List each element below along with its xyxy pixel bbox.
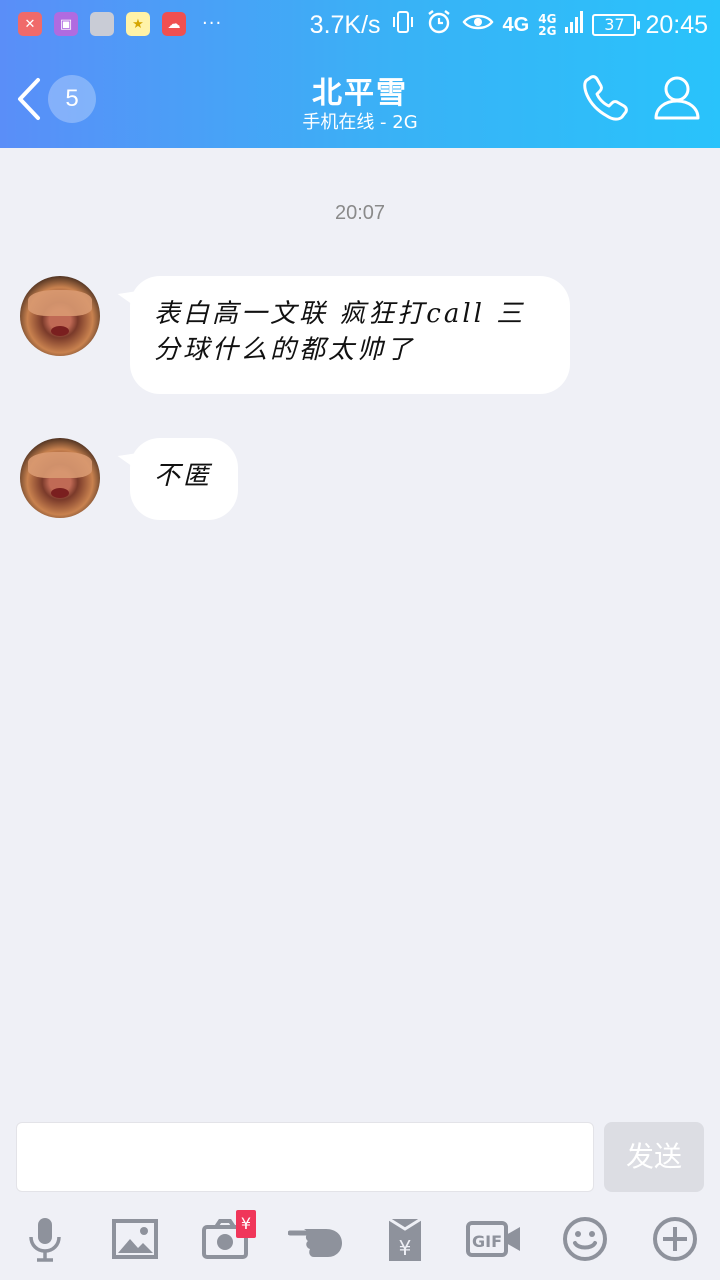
microphone-icon: [29, 1218, 61, 1262]
alarm-icon: [425, 8, 453, 42]
emoji-smile-icon: [563, 1217, 607, 1261]
signal-icon: [565, 9, 584, 41]
gif-camera-icon: GIF: [466, 1221, 520, 1257]
red-packet-button[interactable]: ¥: [380, 1214, 430, 1264]
notification-icons: ✕ ▣ ★ ☁ ···: [18, 12, 222, 36]
red-packet-icon: ¥: [388, 1217, 422, 1261]
message-timestamp: 20:07: [334, 202, 386, 224]
chat-toolbar: ¥ ¥ GIF: [0, 1206, 720, 1280]
eye-comfort-icon: [462, 10, 494, 40]
phone-call-icon[interactable]: [580, 72, 632, 124]
gallery-app-icon: ▣: [54, 12, 78, 36]
photo-app-icon: [90, 12, 114, 36]
avatar[interactable]: [20, 438, 100, 518]
avatar[interactable]: [20, 276, 100, 356]
poke-button[interactable]: [288, 1214, 344, 1264]
message-input[interactable]: [16, 1122, 594, 1192]
gif-button[interactable]: GIF: [466, 1214, 522, 1264]
secondary-network: 4G 2G: [538, 13, 556, 37]
chat-header: ✕ ▣ ★ ☁ ··· 3.7K/s 4G 4G 2G 37 20:45 5 北…: [0, 0, 720, 148]
voice-button[interactable]: [20, 1214, 70, 1264]
more-notifications-icon: ···: [202, 13, 223, 34]
clock: 20:45: [645, 10, 708, 39]
status-bar: ✕ ▣ ★ ☁ ··· 3.7K/s 4G 4G 2G 37 20:45: [0, 0, 720, 50]
plus-circle-icon: [653, 1217, 697, 1261]
image-icon: [112, 1219, 158, 1259]
network-type: 4G: [502, 13, 530, 36]
network-speed: 3.7K/s: [309, 10, 381, 39]
poke-hand-icon: [288, 1229, 342, 1257]
photo-button[interactable]: [110, 1214, 160, 1264]
notification-app-icon: ✕: [18, 12, 42, 36]
svg-text:¥: ¥: [399, 1236, 412, 1260]
battery-icon: 37: [592, 14, 641, 36]
message-bubble[interactable]: 表白高一文联 疯狂打call 三分球什么的都太帅了: [130, 276, 570, 394]
secondary-network-bottom: 2G: [538, 24, 557, 38]
vibrate-icon: [390, 9, 416, 41]
more-button[interactable]: [650, 1214, 700, 1264]
star-app-icon: ★: [126, 12, 150, 36]
title-bar: 5 北平雪 手机在线 - 2G: [0, 50, 720, 148]
emoji-button[interactable]: [560, 1214, 610, 1264]
message-bubble[interactable]: 不匿: [130, 438, 238, 520]
send-button[interactable]: 发送: [604, 1122, 704, 1192]
camera-button[interactable]: ¥: [200, 1210, 256, 1264]
profile-icon[interactable]: [652, 72, 702, 122]
cloud-app-icon: ☁: [162, 12, 186, 36]
red-packet-badge: ¥: [236, 1210, 256, 1238]
gif-label: GIF: [472, 1232, 502, 1251]
